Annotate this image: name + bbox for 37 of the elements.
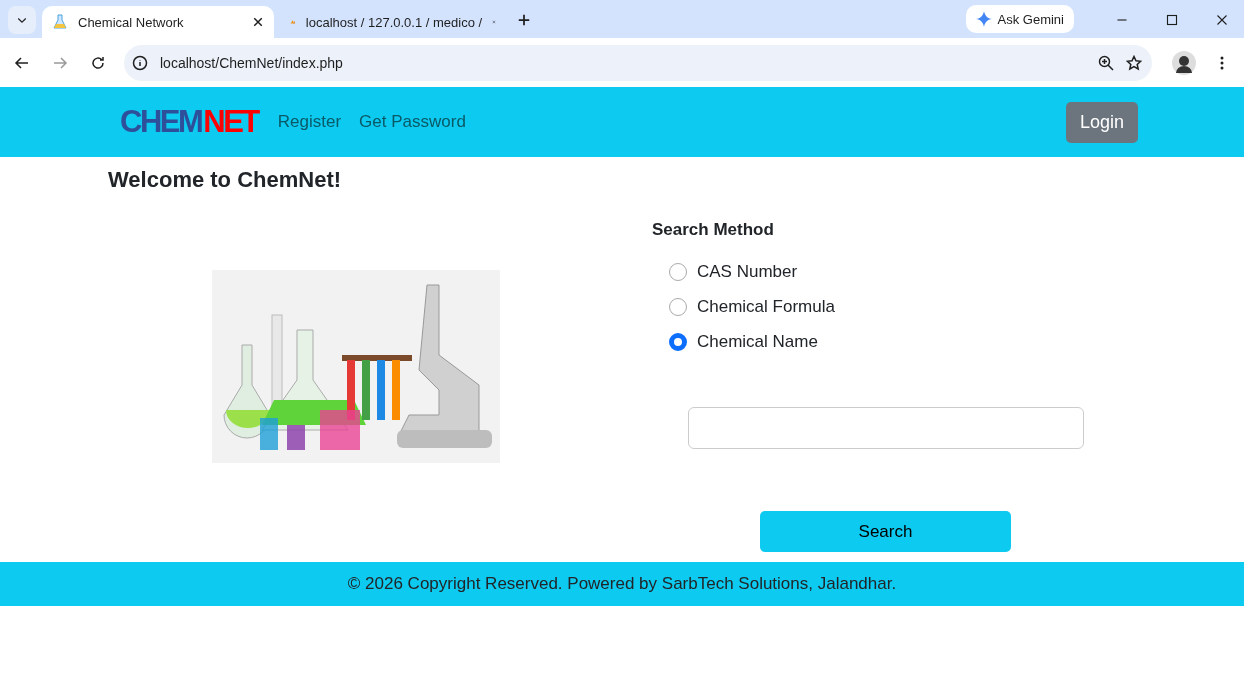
plus-icon	[517, 13, 531, 27]
radio-label[interactable]: Chemical Formula	[697, 296, 835, 317]
info-icon	[132, 54, 148, 71]
maximize-icon	[1166, 14, 1178, 26]
welcome-heading: Welcome to ChemNet!	[108, 167, 343, 193]
search-method-title: Search Method	[652, 220, 775, 240]
search-input-field[interactable]	[688, 407, 1084, 449]
sparkle-icon	[975, 11, 992, 27]
forward-arrow-icon	[52, 54, 68, 71]
tab-list-button[interactable]	[8, 6, 36, 34]
logo-word[interactable]: CHEM	[120, 104, 204, 140]
avatar-icon[interactable]	[1172, 50, 1196, 75]
radio-label[interactable]: CAS Number	[697, 261, 798, 282]
radio-button[interactable]	[669, 332, 687, 351]
back-arrow-icon	[14, 54, 30, 71]
copyright-text: © 2026 Copyright Reserved. Powered by SarbTech Solutions, Jalandhar.	[347, 574, 897, 594]
login-button[interactable]: Login	[1065, 101, 1138, 143]
more-icon	[1220, 55, 1224, 70]
reload-icon	[90, 54, 106, 71]
radio-label[interactable]: Chemical Name	[697, 331, 818, 352]
zoom-in-icon	[1098, 54, 1114, 71]
close-icon	[252, 16, 264, 28]
radio-button[interactable]	[669, 297, 687, 316]
browser-tab[interactable]: localhost / 127.0.0.1 / medico /	[280, 6, 506, 38]
search-button[interactable]: Search	[760, 511, 1011, 552]
tab-title: localhost / 127.0.0.1 / medico /	[305, 14, 483, 30]
address-bar[interactable]: localhost/ChemNet/index.php	[124, 44, 1152, 81]
flask-icon	[52, 14, 68, 30]
star-icon	[1126, 54, 1142, 71]
ask-gemini-button[interactable]: Ask Gemini	[965, 5, 1074, 33]
close-icon	[1216, 14, 1228, 26]
nav-link[interactable]: Register	[277, 112, 342, 132]
nav-link[interactable]: Get Password	[359, 112, 466, 132]
browser-tab[interactable]: Chemical Network	[42, 6, 274, 38]
url-text: localhost/ChemNet/index.php	[160, 54, 344, 71]
radio-button[interactable]	[669, 262, 687, 281]
tab-title: Chemical Network	[78, 14, 185, 30]
